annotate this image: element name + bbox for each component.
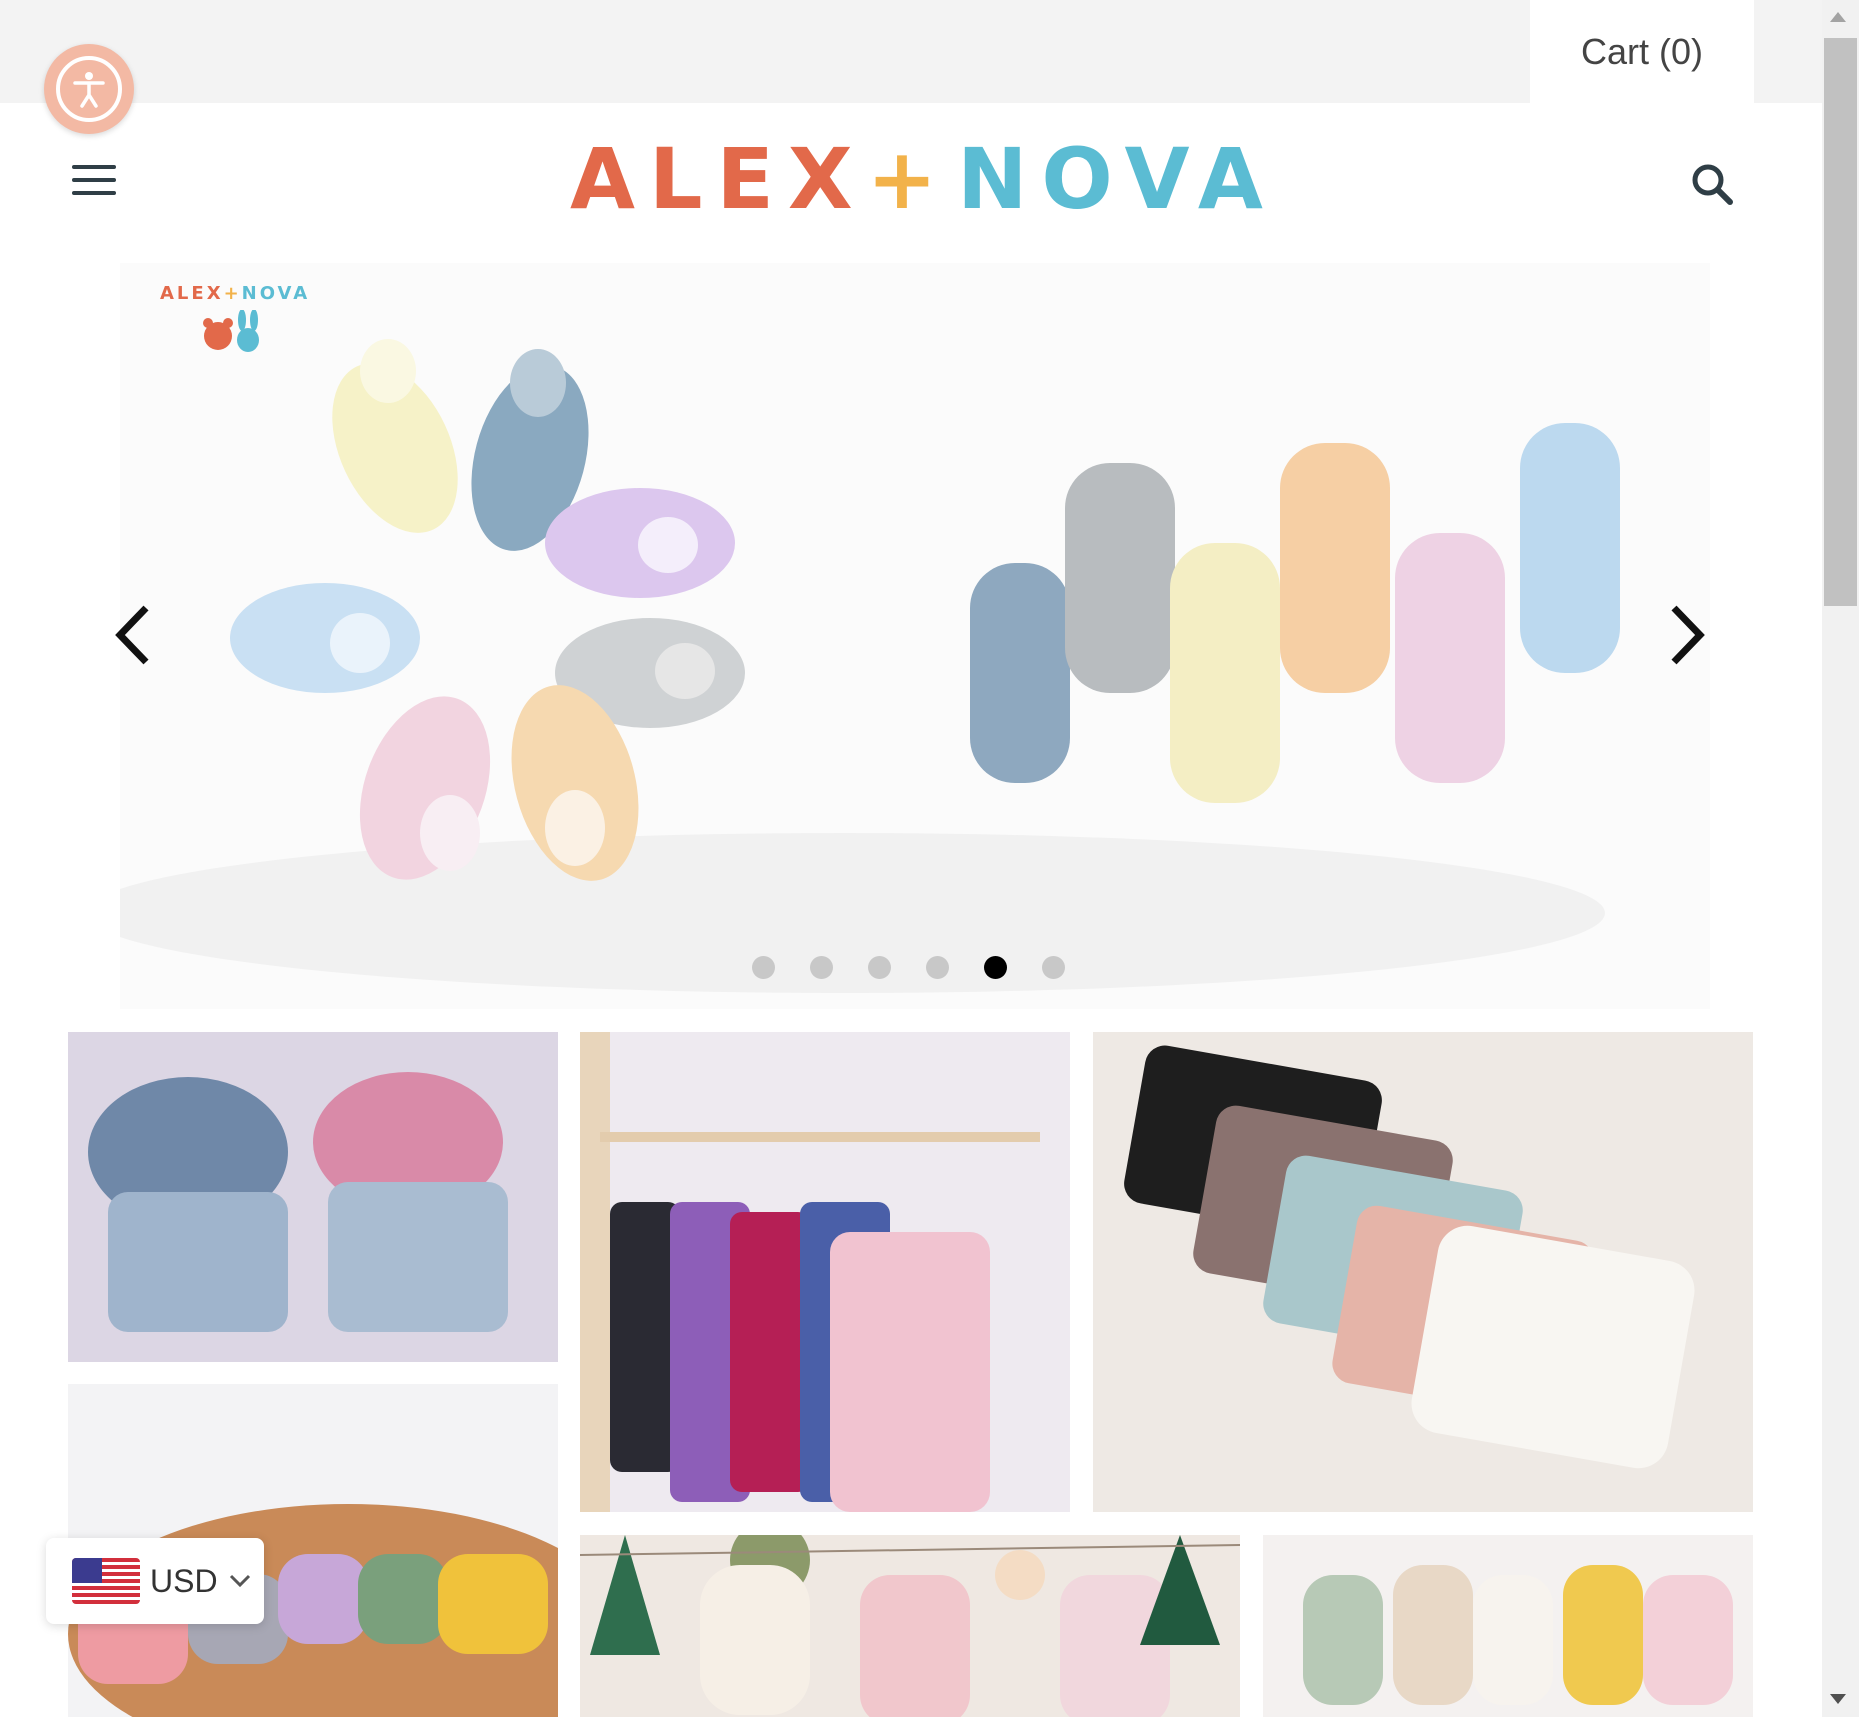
currency-selector[interactable]: USD bbox=[46, 1538, 264, 1624]
scrollbar-thumb[interactable] bbox=[1824, 38, 1857, 606]
cart-link[interactable]: Cart (0) bbox=[1530, 0, 1754, 103]
logo-text-alex: ALEX bbox=[570, 130, 867, 228]
tile-image-fuzzy-socks bbox=[1263, 1535, 1753, 1717]
slider-dot-6[interactable] bbox=[1042, 956, 1065, 979]
us-flag-icon bbox=[72, 1558, 140, 1604]
slide-logo-alex: ALEX bbox=[160, 283, 224, 304]
slide-logo-nova: NOVA bbox=[241, 283, 311, 304]
accessibility-button[interactable] bbox=[44, 44, 134, 134]
scroll-down-arrow[interactable] bbox=[1830, 1694, 1846, 1704]
logo-text-nova: NOVA bbox=[957, 130, 1277, 228]
slider-dot-3[interactable] bbox=[868, 956, 891, 979]
slider-dot-1[interactable] bbox=[752, 956, 775, 979]
tile-image-bibs-garland bbox=[580, 1535, 1240, 1717]
collection-tile-socks[interactable] bbox=[1263, 1535, 1753, 1717]
chevron-down-icon bbox=[229, 1574, 250, 1588]
collection-tile-underwear[interactable] bbox=[1093, 1032, 1753, 1512]
slide-brand-logo: ALEX+NOVA bbox=[160, 283, 310, 354]
slider-dot-4[interactable] bbox=[926, 956, 949, 979]
tile-image-baby-briefs bbox=[1093, 1032, 1753, 1512]
search-icon[interactable] bbox=[1688, 160, 1736, 208]
collection-tile-leggings[interactable] bbox=[580, 1032, 1070, 1512]
collection-tile-jackets[interactable] bbox=[68, 1032, 558, 1362]
slide-logo-plus: + bbox=[223, 283, 242, 304]
slider-dot-2[interactable] bbox=[810, 956, 833, 979]
tile-image-skirt-leggings bbox=[580, 1032, 1070, 1512]
collection-tile-bibs[interactable] bbox=[580, 1535, 1240, 1717]
slider-pagination bbox=[752, 956, 1065, 979]
site-logo[interactable]: ALEX + NOVA bbox=[570, 130, 1277, 228]
logo-plus: + bbox=[866, 130, 952, 228]
chevron-left-icon[interactable] bbox=[108, 600, 158, 670]
menu-icon[interactable] bbox=[72, 165, 116, 199]
currency-code: USD bbox=[150, 1562, 218, 1599]
bear-bunny-icon bbox=[203, 310, 259, 352]
tile-image-denim-jackets bbox=[68, 1032, 558, 1362]
accessibility-icon bbox=[56, 56, 122, 122]
scroll-up-arrow[interactable] bbox=[1830, 12, 1846, 22]
hero-slider bbox=[120, 263, 1710, 1009]
chevron-right-icon[interactable] bbox=[1662, 600, 1712, 670]
slider-dot-5[interactable] bbox=[984, 956, 1007, 979]
slide-image-baby-sock-shoes bbox=[120, 263, 1710, 1009]
